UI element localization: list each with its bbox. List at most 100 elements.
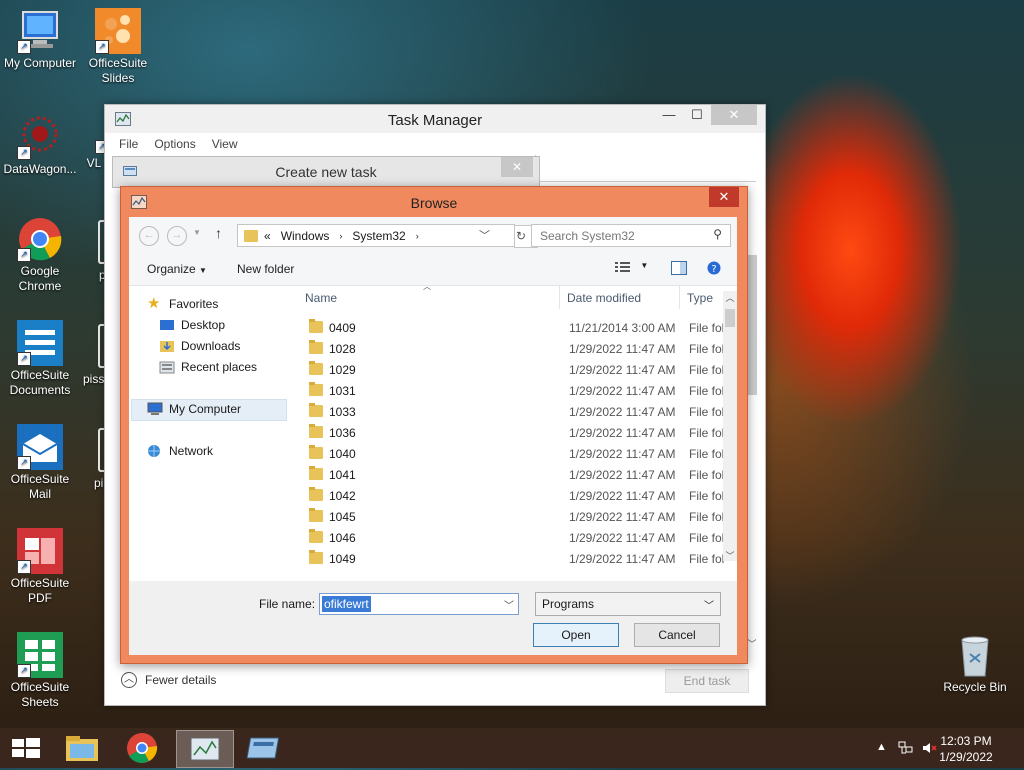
column-type[interactable]: Type <box>687 291 713 305</box>
task-manager-tab-strip <box>535 155 756 182</box>
task-manager-titlebar[interactable]: Task Manager — ☐ ✕ <box>105 105 765 133</box>
file-row[interactable]: 1031 1/29/2022 11:47 AM File fol <box>299 380 724 401</box>
file-row[interactable]: 1045 1/29/2022 11:47 AM File fol <box>299 506 724 527</box>
browse-titlebar[interactable]: Browse ✕ <box>121 187 747 217</box>
forward-button[interactable]: → <box>167 226 187 246</box>
file-row[interactable]: 1036 1/29/2022 11:47 AM File fol <box>299 422 724 443</box>
nav-my-computer[interactable]: My Computer <box>147 402 241 416</box>
officesuite-slides-icon: ↗ <box>95 8 141 54</box>
caret-down-icon: ▼ <box>199 266 207 275</box>
system-clock[interactable]: 12:03 PM 1/29/2022 <box>926 733 1006 765</box>
desktop-icon-officesuite-slides[interactable]: ↗ OfficeSuite Slides <box>78 8 158 86</box>
maximize-button[interactable]: ☐ <box>683 105 711 125</box>
organize-label: Organize <box>147 262 196 276</box>
minimize-button[interactable]: — <box>655 105 683 125</box>
nav-recent-places[interactable]: Recent places <box>159 360 257 374</box>
recent-locations-dropdown[interactable]: ▼ <box>193 228 201 237</box>
nav-downloads[interactable]: Downloads <box>159 339 240 353</box>
search-box[interactable]: Search System32 ⚲ <box>531 224 731 247</box>
desktop-icon-officesuite-sheets[interactable]: ↗ OfficeSuite Sheets <box>0 632 80 710</box>
breadcrumb-system32[interactable]: System32 <box>352 229 405 243</box>
fewer-details-button[interactable]: ︿ Fewer details <box>121 672 216 688</box>
officesuite-pdf-icon: ↗ <box>17 528 63 574</box>
desktop-icon-vl[interactable]: ↗ VL <box>64 140 109 171</box>
file-row[interactable]: 1046 1/29/2022 11:47 AM File fol <box>299 527 724 548</box>
file-row[interactable]: 1029 1/29/2022 11:47 AM File fol <box>299 359 724 380</box>
desktop-icon-officesuite-pdf[interactable]: ↗ OfficeSuite PDF <box>0 528 80 606</box>
file-row[interactable]: 1042 1/29/2022 11:47 AM File fol <box>299 485 724 506</box>
address-bar[interactable]: « Windows › System32 › ﹀ ↻ <box>237 224 538 248</box>
desktop-icon-officesuite-mail[interactable]: ↗ OfficeSuite Mail <box>0 424 80 502</box>
menu-file[interactable]: File <box>119 133 138 155</box>
taskbar-task-manager[interactable] <box>176 730 234 768</box>
network-icon[interactable] <box>898 741 914 758</box>
taskbar-chrome[interactable] <box>114 730 170 766</box>
chevron-down-icon[interactable]: ﹀ <box>479 227 490 243</box>
windows-logo-icon <box>12 738 40 758</box>
column-name[interactable]: Name <box>305 291 337 305</box>
nav-network[interactable]: Network <box>147 444 213 458</box>
close-button[interactable]: ✕ <box>709 187 739 207</box>
search-input[interactable]: Search System32 <box>540 229 635 243</box>
desktop-icon-label: OfficeSuite Sheets <box>10 680 70 709</box>
start-button[interactable] <box>0 730 56 766</box>
file-date-modified: 1/29/2022 11:47 AM <box>569 489 676 503</box>
organize-button[interactable]: Organize ▼ <box>147 262 207 276</box>
open-button[interactable]: Open <box>533 623 619 647</box>
folder-icon <box>309 340 323 354</box>
back-button[interactable]: ← <box>139 226 159 246</box>
chevron-right-icon[interactable]: › <box>339 231 342 241</box>
menu-options[interactable]: Options <box>154 133 195 155</box>
network-icon <box>147 444 163 458</box>
cancel-button[interactable]: Cancel <box>634 623 720 647</box>
file-name: 1045 <box>329 510 356 524</box>
file-type-select[interactable]: Programs ﹀ <box>535 592 721 616</box>
chevron-right-icon[interactable]: › <box>416 231 419 241</box>
task-manager-menubar: File Options View <box>105 133 765 155</box>
scroll-up-arrow[interactable]: ︿ <box>723 291 737 304</box>
nav-favorites[interactable]: ★ Favorites <box>147 296 218 311</box>
menu-view[interactable]: View <box>212 133 238 155</box>
end-task-button[interactable]: End task <box>665 669 749 693</box>
scroll-thumb[interactable] <box>747 255 757 395</box>
file-type: File fol <box>689 531 725 545</box>
file-row[interactable]: 1049 1/29/2022 11:47 AM File fol <box>299 548 724 569</box>
taskbar-run[interactable] <box>238 730 294 766</box>
scroll-thumb[interactable] <box>725 309 735 327</box>
desktop-icon-officesuite-documents[interactable]: ↗ OfficeSuite Documents <box>0 320 80 398</box>
file-name-input[interactable]: ofikfewrt ﹀ <box>319 593 519 615</box>
preview-pane-button[interactable] <box>671 261 687 278</box>
file-list-scrollbar[interactable]: ︿ ﹀ <box>723 291 737 561</box>
column-date-modified[interactable]: Date modified <box>567 291 641 305</box>
folder-icon <box>309 466 323 480</box>
desktop-icon-label: OfficeSuite Slides <box>88 56 148 85</box>
desktop-icon-recycle-bin[interactable]: Recycle Bin <box>935 632 1015 695</box>
folder-icon <box>309 361 323 375</box>
up-button[interactable]: ↑ <box>215 225 222 241</box>
breadcrumb-windows[interactable]: Windows <box>281 229 330 243</box>
file-row[interactable]: 1033 1/29/2022 11:47 AM File fol <box>299 401 724 422</box>
file-row[interactable]: 1040 1/29/2022 11:47 AM File fol <box>299 443 724 464</box>
file-name: 1049 <box>329 552 356 566</box>
new-folder-button[interactable]: New folder <box>237 262 294 276</box>
chevron-down-icon[interactable]: ﹀ <box>504 597 514 612</box>
view-options-button[interactable]: ▼ <box>615 261 648 276</box>
file-row[interactable]: 0409 11/21/2014 3:00 AM File fol <box>299 317 724 338</box>
close-button[interactable]: ✕ <box>501 157 533 177</box>
file-row[interactable]: 1028 1/29/2022 11:47 AM File fol <box>299 338 724 359</box>
file-date-modified: 1/29/2022 11:47 AM <box>569 531 676 545</box>
desktop-icon-google-chrome[interactable]: ↗ Google Chrome <box>0 216 80 294</box>
downloads-icon <box>159 339 175 353</box>
file-date-modified: 1/29/2022 11:47 AM <box>569 384 676 398</box>
file-type: File fol <box>689 405 725 419</box>
scroll-down-arrow[interactable]: ﹀ <box>723 549 737 562</box>
file-row[interactable]: 1041 1/29/2022 11:47 AM File fol <box>299 464 724 485</box>
close-button[interactable]: ✕ <box>711 105 757 125</box>
desktop-icon-my-computer[interactable]: ↗ My Computer <box>0 8 80 71</box>
taskbar-file-explorer[interactable] <box>54 730 110 766</box>
help-button[interactable]: ? <box>707 261 721 278</box>
nav-desktop[interactable]: Desktop <box>159 318 225 332</box>
show-hidden-icons-button[interactable]: ▲ <box>876 741 887 753</box>
file-name: 1046 <box>329 531 356 545</box>
search-icon: ⚲ <box>713 227 722 241</box>
